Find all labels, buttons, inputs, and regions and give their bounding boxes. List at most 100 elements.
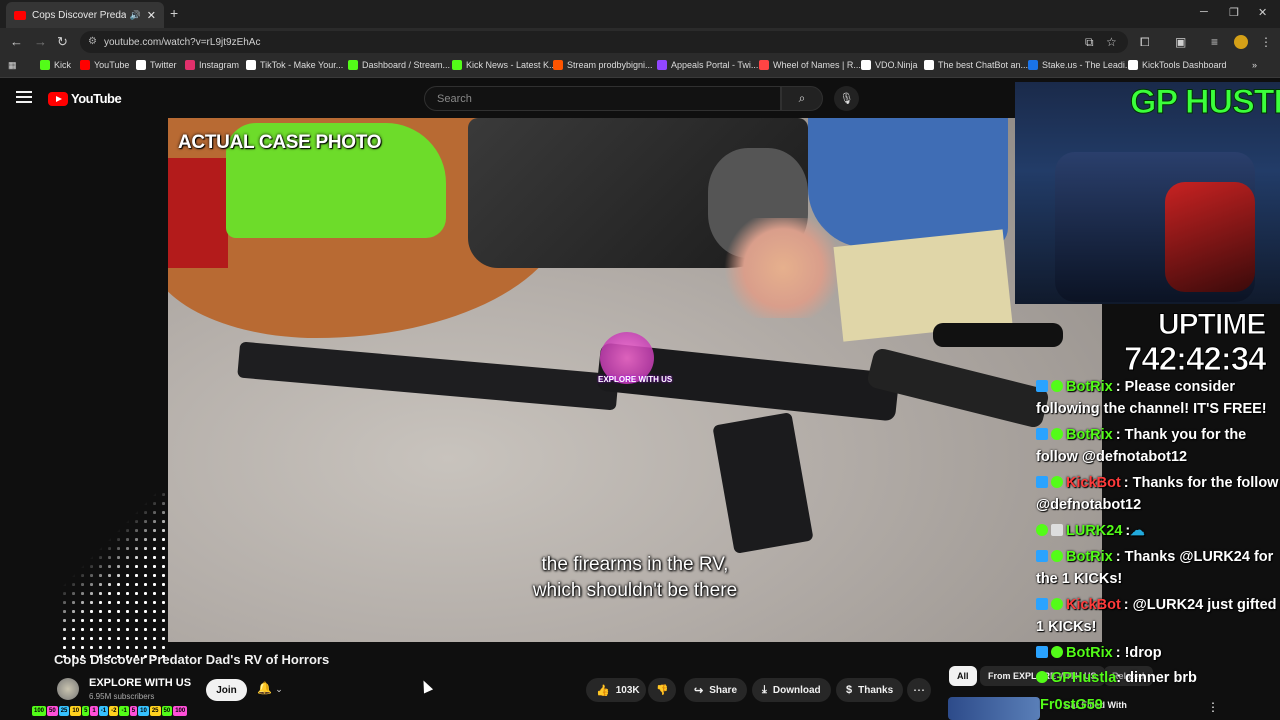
apps-grid-icon[interactable]: ▦: [8, 60, 17, 71]
bookmark-twitter[interactable]: Twitter: [136, 60, 177, 70]
donation-badge: 50: [161, 706, 173, 716]
bookmark-kick[interactable]: Kick: [40, 60, 71, 70]
tiktok-favicon-icon: [246, 60, 256, 70]
kick-badge-icon: [1036, 598, 1048, 610]
recommended-video-thumbnail[interactable]: [948, 697, 1040, 720]
youtube-play-icon: [48, 91, 68, 106]
bookmark-stake[interactable]: Stake.us - The Leadi...: [1028, 60, 1132, 70]
site-info-icon[interactable]: ⚙: [88, 36, 97, 47]
bookmark-star-icon[interactable]: ☆: [1106, 35, 1117, 49]
join-button[interactable]: Join: [206, 679, 247, 701]
bookmark-dashboard[interactable]: Dashboard / Stream...: [348, 60, 450, 70]
bookmark-vdo-ninja[interactable]: VDO.Ninja: [861, 60, 918, 70]
bookmark-appeals[interactable]: Appeals Portal - Twi...: [657, 60, 758, 70]
download-button[interactable]: ⤓ Download: [752, 678, 831, 702]
minimize-icon[interactable]: ─: [1200, 6, 1208, 18]
browser-tab[interactable]: Cops Discover Predator Da 🔊 ✕: [6, 2, 164, 28]
youtube-favicon-icon: [14, 10, 26, 20]
channel-name[interactable]: EXPLORE WITH US: [89, 677, 191, 689]
forward-icon[interactable]: →: [34, 34, 47, 49]
channel-avatar[interactable]: [57, 678, 79, 700]
media-icon[interactable]: ▣: [1175, 35, 1186, 49]
recommendation-menu-icon[interactable]: ⋮: [1207, 700, 1219, 714]
tab-title: Cops Discover Predator Da: [32, 9, 126, 21]
bookmark-youtube[interactable]: YouTube: [80, 60, 129, 70]
kick-badge-icon: [1036, 550, 1048, 562]
microphone-icon: 🎙: [839, 93, 854, 105]
stream-overlay-dot-pattern: [60, 490, 170, 660]
bookmark-tiktok[interactable]: TikTok - Make Your...: [246, 60, 343, 70]
verified-badge-icon: [1051, 550, 1063, 562]
menu-kebab-icon[interactable]: ⋮: [1260, 35, 1272, 49]
bookmark-chatbot[interactable]: The best ChatBot an...: [924, 60, 1028, 70]
youtube-logo[interactable]: YouTube: [48, 91, 122, 106]
more-bookmarks-icon[interactable]: »: [1252, 60, 1257, 70]
stream-favicon-icon: [553, 60, 563, 70]
more-actions-button[interactable]: ⋯: [907, 678, 931, 702]
share-button[interactable]: ↪ Share: [684, 678, 748, 702]
bookmark-kicktools[interactable]: KickTools Dashboard: [1128, 60, 1227, 70]
chat-username: KickBot: [1066, 475, 1121, 491]
chip-all[interactable]: All: [949, 666, 977, 686]
wheel-favicon-icon: [759, 60, 769, 70]
profile-avatar[interactable]: [1234, 35, 1248, 49]
url-field[interactable]: ⚙ youtube.com/watch?v=rL9jt9zEhAc: [80, 31, 1128, 53]
video-player[interactable]: EXPLORE WITH US ACTUAL CASE PHOTO the fi…: [168, 118, 1102, 642]
reload-icon[interactable]: ↻: [57, 34, 68, 50]
chat-message: LURK24:☁: [1036, 520, 1280, 542]
reading-list-icon[interactable]: ≡: [1211, 35, 1218, 49]
chat-message: KickBot: Thanks for the follow @defnotab…: [1036, 472, 1280, 516]
chat-username: LURK24: [1066, 523, 1123, 539]
donation-badge: 10: [70, 706, 82, 716]
chat-text: : !drop: [1115, 645, 1162, 661]
like-button[interactable]: 👍 103K: [586, 678, 646, 702]
rifle-barrel: [237, 341, 619, 411]
browser-tab-bar: Cops Discover Predator Da 🔊 ✕ + ─ ❐ ✕: [0, 0, 1280, 28]
blurred-object: [723, 218, 843, 318]
flashlight: [933, 323, 1063, 347]
instagram-favicon-icon: [185, 60, 195, 70]
kick-badge-icon: [1036, 380, 1048, 392]
bookmark-stream[interactable]: Stream prodbybigni...: [553, 60, 653, 70]
gaming-chair: [1165, 182, 1255, 292]
voice-search-button[interactable]: 🎙: [834, 86, 859, 111]
install-app-icon[interactable]: ⧉: [1085, 35, 1094, 50]
search-button[interactable]: ⌕: [781, 86, 823, 111]
stake-favicon-icon: [1028, 60, 1038, 70]
restore-icon[interactable]: ❐: [1229, 6, 1239, 19]
close-window-icon[interactable]: ✕: [1258, 6, 1267, 19]
verified-badge-icon: [1051, 476, 1063, 488]
extensions-icon[interactable]: ⧠: [1140, 35, 1150, 50]
red-bag: [168, 158, 228, 268]
kick-badge-icon: [1036, 646, 1048, 658]
new-tab-button[interactable]: +: [170, 5, 178, 21]
kick-favicon-icon: [348, 60, 358, 70]
chat-username: BotRix: [1066, 379, 1113, 395]
share-label: Share: [709, 684, 738, 696]
search-input[interactable]: Search: [424, 86, 781, 111]
donation-badge: 25: [149, 706, 161, 716]
uptime-value: 742:42:34: [1123, 340, 1266, 378]
more-icon: ⋯: [913, 683, 925, 697]
channel-subscriber-count: 6.95M subscribers: [89, 692, 155, 701]
twitch-favicon-icon: [657, 60, 667, 70]
donation-badge: 100: [32, 706, 47, 716]
chevron-down-icon: ⌄: [275, 684, 283, 694]
kick-badge-icon: [1036, 476, 1048, 488]
close-tab-icon[interactable]: ✕: [147, 9, 156, 22]
hamburger-menu-icon[interactable]: [16, 91, 32, 103]
bookmark-wheel[interactable]: Wheel of Names | R...: [759, 60, 861, 70]
speaker-icon[interactable]: 🔊: [130, 10, 141, 21]
bookmark-kick-news[interactable]: Kick News - Latest K...: [452, 60, 557, 70]
address-bar-row: ← → ↻ ⚙ youtube.com/watch?v=rL9jt9zEhAc …: [0, 28, 1280, 56]
subscription-bell-button[interactable]: 🔔 ⌄: [257, 681, 283, 695]
kick-favicon-icon: [452, 60, 462, 70]
verified-badge-icon: [1051, 598, 1063, 610]
thanks-button[interactable]: $ Thanks: [836, 678, 904, 702]
back-icon[interactable]: ←: [10, 34, 23, 49]
streamer-name-overlay: GP HUSTLA: [1130, 83, 1280, 122]
bookmark-instagram[interactable]: Instagram: [185, 60, 239, 70]
uptime-label: UPTIME: [1157, 308, 1266, 342]
dislike-button[interactable]: 👎: [648, 678, 676, 702]
share-icon: ↪: [694, 684, 704, 697]
